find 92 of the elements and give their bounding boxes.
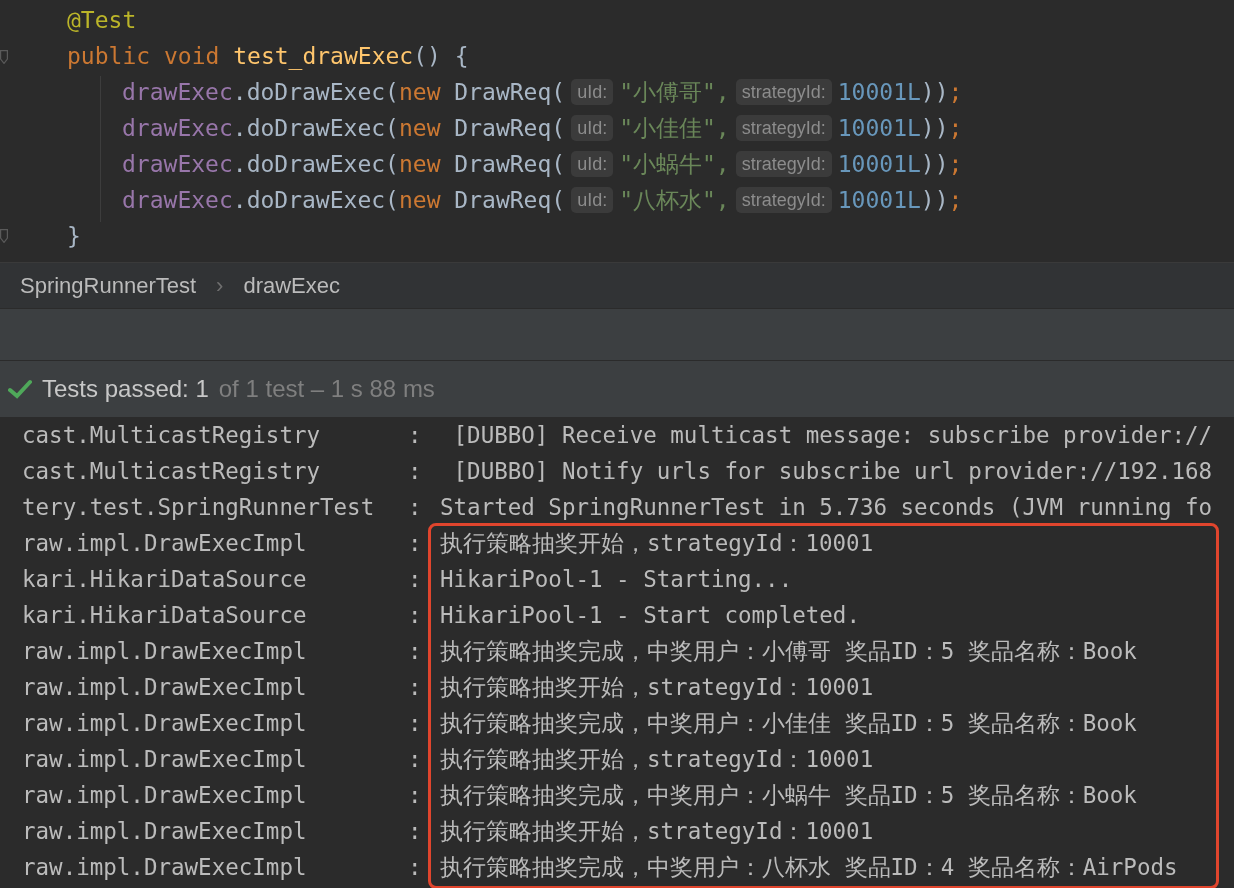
code-token: ;: [948, 149, 963, 179]
logger-name: tery.test.SpringRunnerTest: [21, 493, 376, 523]
parameter-hint: uId:: [571, 187, 614, 213]
log-separator: :: [408, 601, 423, 631]
code-token: 10001L: [837, 185, 921, 215]
code-token: new: [398, 77, 442, 107]
code-token: "小傅哥",: [619, 77, 730, 107]
code-token: () {: [413, 41, 469, 71]
parameter-hint: uId:: [571, 79, 614, 105]
code-token: "小蜗牛",: [619, 149, 730, 179]
logger-name: raw.impl.DrawExecImpl: [21, 745, 308, 775]
parameter-hint: strategyId:: [735, 151, 832, 177]
code-token: 10001L: [837, 149, 921, 179]
log-separator: :: [408, 529, 423, 559]
log-message: [DUBBO] Notify urls for subscribe url provider://192.168: [452, 457, 1213, 487]
code-token: ;: [948, 77, 963, 107]
code-token: ;: [948, 185, 963, 215]
logger-name: raw.impl.DrawExecImpl: [21, 709, 308, 739]
code-token: )): [920, 185, 949, 215]
log-message: [DUBBO] Receive multicast message: subscribe provider://: [452, 421, 1213, 451]
logger-name: cast.MulticastRegistry: [21, 421, 321, 451]
code-token: .doDrawExec(: [232, 149, 399, 179]
code-token: DrawReq(: [454, 149, 566, 179]
log-message: 执行策略抽奖开始，strategyId：10001: [440, 745, 874, 775]
log-message: HikariPool-1 - Starting...: [440, 565, 793, 595]
code-token: ;: [948, 113, 963, 143]
log-separator: :: [408, 493, 423, 523]
code-token: 10001L: [837, 113, 921, 143]
code-token: .doDrawExec(: [232, 185, 399, 215]
log-message: 执行策略抽奖开始，strategyId：10001: [440, 529, 874, 559]
log-message: HikariPool-1 - Start completed.: [440, 601, 860, 631]
fold-icon: [0, 229, 8, 243]
logger-name: cast.MulticastRegistry: [21, 457, 321, 487]
log-separator: :: [408, 421, 423, 451]
parameter-hint: uId:: [571, 115, 614, 141]
code-token: )): [920, 149, 949, 179]
log-separator: :: [408, 637, 423, 667]
logger-name: raw.impl.DrawExecImpl: [21, 637, 308, 667]
breadcrumb-item[interactable]: drawExec: [243, 269, 341, 302]
code-token: new: [398, 113, 442, 143]
log-separator: :: [408, 817, 423, 847]
code-token: new: [398, 149, 442, 179]
test-status-summary: Tests passed: 1: [42, 374, 209, 404]
parameter-hint: strategyId:: [735, 187, 832, 213]
logger-name: raw.impl.DrawExecImpl: [21, 673, 308, 703]
code-token: DrawReq(: [454, 77, 566, 107]
logger-name: raw.impl.DrawExecImpl: [21, 853, 308, 883]
code-token: .doDrawExec(: [232, 113, 399, 143]
code-token: drawExec: [122, 113, 233, 143]
logger-name: raw.impl.DrawExecImpl: [21, 817, 308, 847]
code-token: public: [67, 41, 152, 71]
log-message: 执行策略抽奖完成，中奖用户：小傅哥 奖品ID：5 奖品名称：Book: [440, 637, 1137, 667]
log-separator: :: [408, 673, 423, 703]
log-separator: :: [408, 709, 423, 739]
log-separator: :: [408, 853, 423, 883]
parameter-hint: strategyId:: [735, 115, 832, 141]
logger-name: kari.HikariDataSource: [21, 565, 308, 595]
code-token: "八杯水",: [619, 185, 730, 215]
log-message: 执行策略抽奖开始，strategyId：10001: [440, 673, 874, 703]
code-token: drawExec: [122, 185, 233, 215]
log-message: 执行策略抽奖完成，中奖用户：小佳佳 奖品ID：5 奖品名称：Book: [440, 709, 1137, 739]
breadcrumb-item[interactable]: SpringRunnerTest: [20, 269, 197, 302]
log-message: 执行策略抽奖完成，中奖用户：小蜗牛 奖品ID：5 奖品名称：Book: [440, 781, 1137, 811]
code-token: DrawReq(: [454, 113, 566, 143]
annotation: @Test: [67, 5, 137, 35]
log-separator: :: [408, 457, 423, 487]
test-status-detail: of 1 test – 1 s 88 ms: [218, 374, 435, 404]
log-message: Started SpringRunnerTest in 5.736 seconds (JVM running fo: [440, 493, 1213, 523]
logger-name: raw.impl.DrawExecImpl: [21, 781, 308, 811]
log-separator: :: [408, 565, 423, 595]
parameter-hint: uId:: [571, 151, 614, 177]
code-token: void: [163, 41, 221, 71]
logger-name: raw.impl.DrawExecImpl: [21, 529, 308, 559]
log-separator: :: [408, 781, 423, 811]
code-token: 10001L: [837, 77, 921, 107]
closing-brace: }: [67, 221, 81, 251]
code-token: drawExec: [122, 149, 233, 179]
code-token: drawExec: [122, 77, 233, 107]
code-token: test_drawExec: [233, 41, 414, 72]
code-token: DrawReq(: [454, 185, 566, 215]
logger-name: kari.HikariDataSource: [21, 601, 308, 631]
code-token: )): [920, 113, 949, 143]
parameter-hint: strategyId:: [735, 79, 832, 105]
log-separator: :: [408, 745, 423, 775]
code-token: "小佳佳",: [619, 113, 730, 143]
log-message: 执行策略抽奖完成，中奖用户：八杯水 奖品ID：4 奖品名称：AirPods: [440, 853, 1178, 883]
code-token: new: [398, 185, 442, 215]
breadcrumb-separator: ›: [216, 272, 224, 300]
fold-icon: [0, 50, 8, 64]
code-token: .doDrawExec(: [232, 77, 399, 107]
log-message: 执行策略抽奖开始，strategyId：10001: [440, 817, 874, 847]
code-token: )): [920, 77, 949, 107]
